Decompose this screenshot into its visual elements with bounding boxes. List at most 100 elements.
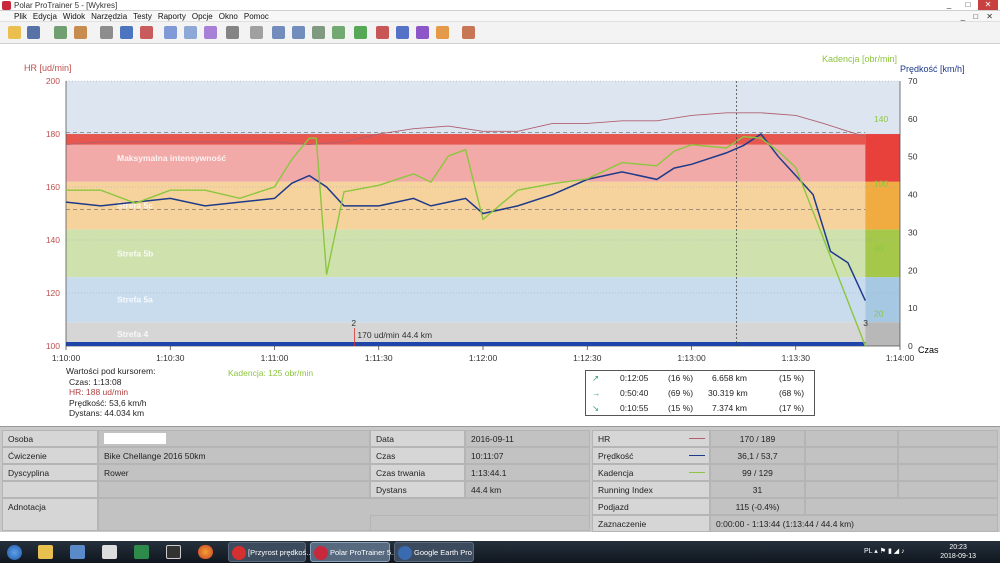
- users-button[interactable]: [460, 24, 477, 41]
- report-purple-button[interactable]: [414, 24, 431, 41]
- menu-opcje[interactable]: Opcje: [189, 11, 216, 22]
- hr-zone-edge: [865, 181, 900, 230]
- taskbar-clock[interactable]: 20:23 2018-09-13: [940, 543, 976, 561]
- menu-pomoc[interactable]: Pomoc: [241, 11, 272, 22]
- cursor-time: Czas: 1:13:08: [69, 376, 122, 387]
- osoba-value[interactable]: [98, 430, 370, 447]
- notebook-button[interactable]: [118, 24, 135, 41]
- taskbar-pin-excel[interactable]: [130, 543, 154, 561]
- report-green-button[interactable]: [352, 24, 369, 41]
- taskbar-task-3[interactable]: Google Earth Pro: [394, 542, 474, 562]
- report-red-icon: [376, 26, 389, 39]
- sync-button[interactable]: [310, 24, 327, 41]
- clock-time: 20:23: [949, 544, 967, 551]
- upload-button[interactable]: [270, 24, 287, 41]
- trend-distance: 7.374 km: [712, 403, 747, 413]
- speed-axis-label: Prędkość [km/h]: [900, 64, 965, 74]
- empty-cell: [805, 481, 898, 498]
- zaznaczenie-value: 0:00:00 - 1:13:44 (1:13:44 / 44.4 km): [710, 515, 998, 532]
- lap-marker-label: 2: [351, 318, 356, 328]
- percent-chart-button[interactable]: [202, 24, 219, 41]
- menu-plik[interactable]: Plik: [0, 11, 30, 22]
- upload-icon: [272, 26, 285, 39]
- hr-tick-label: 100: [46, 341, 60, 351]
- x-tick-label: 1:13:30: [782, 353, 811, 363]
- zoom-button[interactable]: [248, 24, 265, 41]
- table-icon: [226, 26, 239, 39]
- cursor-hr: HR: 188 ud/min: [69, 387, 129, 397]
- taskbar-pin-monitor[interactable]: [66, 543, 90, 561]
- open-folder-button[interactable]: [6, 24, 23, 41]
- speed-tick-label: 40: [908, 190, 918, 200]
- clapperboard-icon: [166, 545, 181, 559]
- taskbar: [Przyrost prędkoś... Polar ProTrainer 5.…: [0, 541, 1000, 563]
- calendar-button[interactable]: [98, 24, 115, 41]
- line-chart-button[interactable]: [162, 24, 179, 41]
- menu-raporty[interactable]: Raporty: [155, 11, 189, 22]
- firefox-icon: [198, 545, 213, 559]
- blank-label: [2, 481, 98, 498]
- x-tick-label: 1:12:00: [469, 353, 498, 363]
- language-indicator[interactable]: PL: [864, 548, 872, 555]
- bar-chart-icon: [184, 26, 197, 39]
- start-button[interactable]: [2, 543, 28, 561]
- title-bar: Polar ProTrainer 5 - [Wykres] _ □ ✕: [0, 0, 1000, 11]
- record-icon: [232, 546, 246, 560]
- download-button[interactable]: [290, 24, 307, 41]
- menu-testy[interactable]: Testy: [130, 11, 155, 22]
- heart-icon: [314, 546, 328, 560]
- report-orange-button[interactable]: [434, 24, 451, 41]
- menu-edycja[interactable]: Edycja: [30, 11, 60, 22]
- report-red-button[interactable]: [374, 24, 391, 41]
- menu-okno[interactable]: Okno: [216, 11, 241, 22]
- speed-tick-label: 0: [908, 341, 913, 351]
- exercise-button[interactable]: [72, 24, 89, 41]
- notebook-icon: [120, 26, 133, 39]
- taskbar-pin-video[interactable]: [162, 543, 186, 561]
- dystans-value: 44.4 km: [465, 481, 590, 498]
- taskbar-pin-app[interactable]: [98, 543, 122, 561]
- sync-icon: [312, 26, 325, 39]
- report-blue-button[interactable]: [394, 24, 411, 41]
- cadence-tick-label: 60: [874, 244, 884, 254]
- cadence-axis-label: Kadencja [obr/min]: [822, 54, 897, 64]
- taskbar-pin-firefox[interactable]: [194, 543, 218, 561]
- workout-chart[interactable]: Strefa 4Strefa 5aStrefa 5bStrefa 5cMaksy…: [0, 44, 1000, 364]
- dyscyplina-value[interactable]: Rower: [98, 464, 370, 481]
- add-exercise-icon: [54, 26, 67, 39]
- menu-widok[interactable]: Widok: [60, 11, 88, 22]
- close-button[interactable]: ✕: [978, 0, 998, 10]
- add-exercise-button[interactable]: [52, 24, 69, 41]
- tray-icons[interactable]: ▴ ⚑ ▮ ◢ ♪: [874, 548, 904, 555]
- hr-zone-edge: [865, 322, 900, 346]
- bar-chart-button[interactable]: [182, 24, 199, 41]
- system-tray[interactable]: PL ▴ ⚑ ▮ ◢ ♪: [864, 547, 905, 555]
- hr-label: HR: [592, 430, 710, 447]
- report-green-icon: [354, 26, 367, 39]
- taskbar-task-1[interactable]: [Przyrost prędkoś...: [228, 542, 313, 562]
- podjazd-value: 115 (-0.4%): [710, 498, 805, 515]
- exercise-info-table: Osoba Ćwiczenie Bike Chellange 2016 50km…: [0, 426, 1000, 532]
- taskbar-pin-explorer[interactable]: [34, 543, 58, 561]
- trend-up-icon: ↗: [592, 373, 600, 383]
- menu-narzedzia[interactable]: Narzędzia: [88, 11, 130, 22]
- predkosc-value: 36,1 / 53,7: [710, 447, 805, 464]
- data-value: 2016-09-11: [465, 430, 590, 447]
- cursor-values: Wartości pod kursorem: Czas: 1:13:08 HR:…: [66, 366, 155, 419]
- taskbar-task-2[interactable]: Polar ProTrainer 5...: [310, 542, 397, 562]
- max-zone-top: [66, 134, 866, 145]
- hr-zone-band: [66, 229, 866, 278]
- mdi-window-buttons[interactable]: _ □ ✕: [961, 11, 996, 22]
- hr-value: 170 / 189: [710, 430, 805, 447]
- maximize-button[interactable]: □: [959, 0, 977, 10]
- table-button[interactable]: [224, 24, 241, 41]
- cwiczenie-value[interactable]: Bike Chellange 2016 50km: [98, 447, 370, 464]
- toolbar: [0, 22, 1000, 44]
- wave-button[interactable]: [330, 24, 347, 41]
- app-icon: [102, 545, 117, 559]
- minimize-button[interactable]: _: [940, 0, 958, 10]
- edit-button[interactable]: [138, 24, 155, 41]
- cursor-distance: Dystans: 44.034 km: [69, 408, 145, 418]
- percent-chart-icon: [204, 26, 217, 39]
- save-button[interactable]: [25, 24, 42, 41]
